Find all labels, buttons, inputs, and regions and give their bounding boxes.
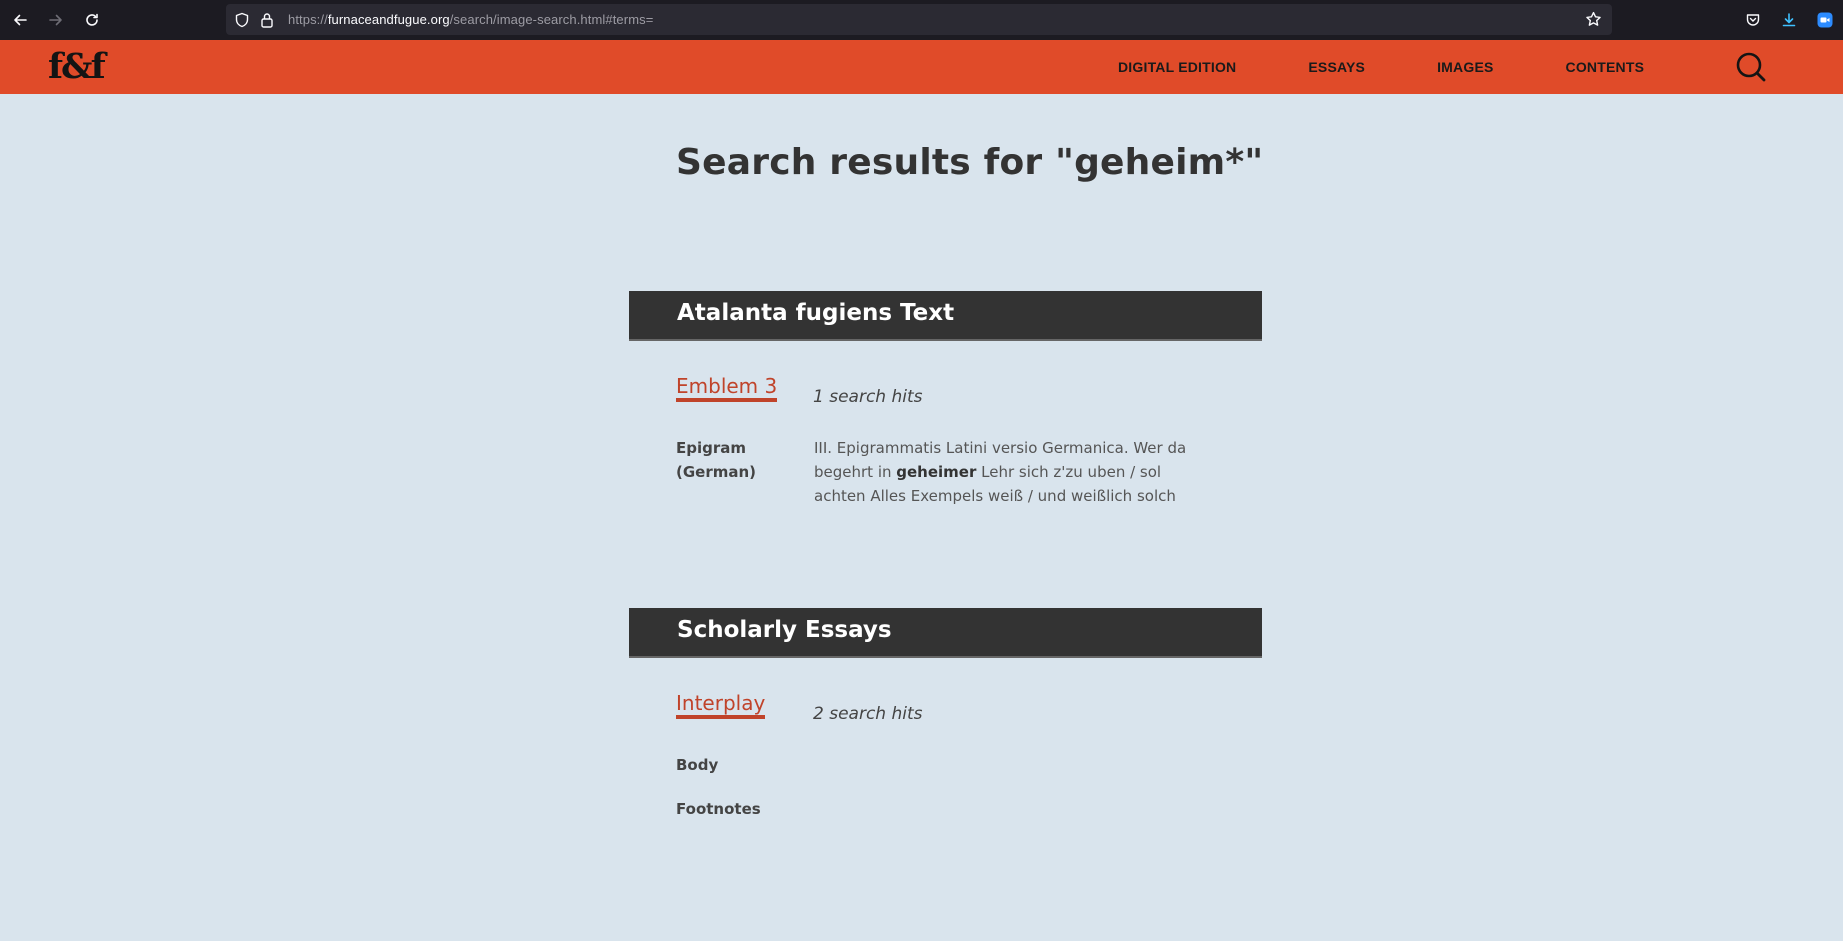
pocket-button[interactable]	[1735, 0, 1771, 40]
arrow-right-icon	[49, 14, 62, 26]
result-link-interplay[interactable]: Interplay	[676, 691, 766, 719]
url-path: /search/image-search.html#terms=	[449, 12, 654, 27]
url-text[interactable]: https://furnaceandfugue.org/search/image…	[288, 12, 653, 27]
hits-count: 2 search hits	[813, 704, 923, 724]
nav-digital-edition[interactable]: DIGITAL EDITION	[1118, 59, 1236, 75]
lock-icon[interactable]	[260, 12, 274, 28]
nav-contents[interactable]: CONTENTS	[1566, 59, 1645, 75]
url-scheme: https://	[288, 12, 328, 27]
url-host: furnaceandfugue.org	[327, 12, 450, 27]
result-snippet: III. Epigrammatis Latini versio Germanic…	[814, 436, 1214, 508]
site-header: f&f DIGITAL EDITION ESSAYS IMAGES CONTEN…	[0, 40, 1843, 94]
zoom-video-icon	[1817, 12, 1833, 28]
section-title: Atalanta fugiens Text	[677, 300, 955, 326]
snippet-highlight: geheimer	[896, 463, 977, 481]
field-label-epigram: Epigram (German)	[676, 439, 757, 481]
pocket-icon	[1746, 14, 1760, 26]
section-title: Scholarly Essays	[677, 617, 892, 643]
section-header: Scholarly Essays	[629, 608, 1262, 658]
result-link-emblem-3[interactable]: Emblem 3	[676, 374, 778, 402]
zoom-extension-button[interactable]	[1807, 0, 1843, 40]
search-icon[interactable]	[1735, 51, 1767, 83]
hits-count: 1 search hits	[813, 387, 923, 407]
back-button[interactable]	[2, 0, 38, 40]
site-logo[interactable]: f&f	[48, 46, 106, 87]
section-header: Atalanta fugiens Text	[629, 291, 1262, 341]
nav-images[interactable]: IMAGES	[1437, 59, 1493, 75]
download-icon	[1782, 13, 1796, 27]
page-title: Search results for "geheim*"	[676, 142, 1264, 183]
reload-icon	[86, 13, 98, 26]
nav-essays[interactable]: ESSAYS	[1308, 59, 1365, 75]
field-label-body: Body	[676, 756, 719, 774]
main-nav: DIGITAL EDITION ESSAYS IMAGES CONTENTS	[1118, 40, 1644, 94]
browser-toolbar: https://furnaceandfugue.org/search/image…	[0, 0, 1843, 40]
forward-button[interactable]	[38, 0, 74, 40]
address-bar[interactable]: https://furnaceandfugue.org/search/image…	[226, 4, 1612, 35]
field-label-footnotes: Footnotes	[676, 800, 761, 818]
arrow-left-icon	[14, 14, 27, 26]
star-icon[interactable]	[1585, 11, 1602, 28]
reload-button[interactable]	[74, 0, 110, 40]
shield-icon[interactable]	[234, 12, 250, 28]
downloads-button[interactable]	[1771, 0, 1807, 40]
